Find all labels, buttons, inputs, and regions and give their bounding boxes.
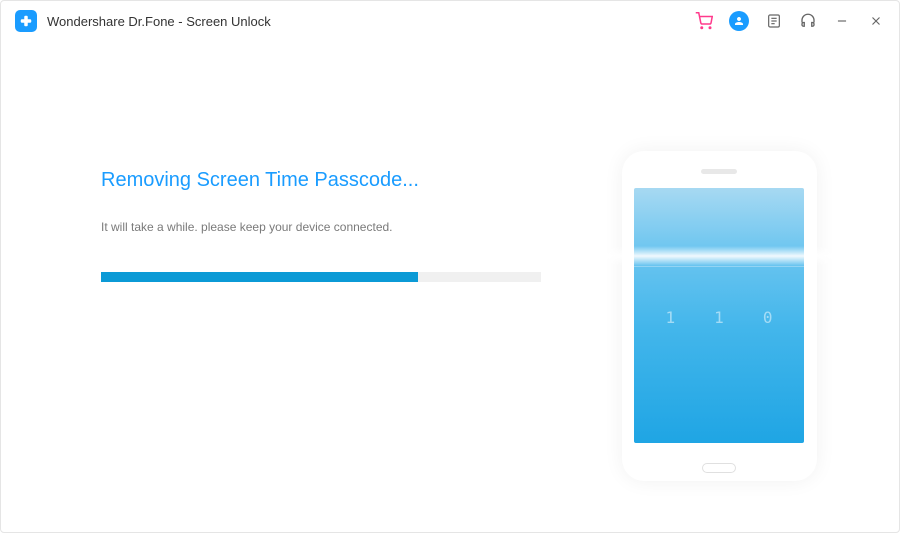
binary-digit: 0	[763, 308, 773, 327]
progress-fill	[101, 272, 418, 282]
support-icon[interactable]	[799, 12, 817, 30]
left-panel: Removing Screen Time Passcode... It will…	[101, 151, 589, 492]
title-bar: Wondershare Dr.Fone - Screen Unlock	[1, 1, 899, 41]
app-title: Wondershare Dr.Fone - Screen Unlock	[47, 14, 271, 29]
title-right-group	[695, 11, 885, 31]
progress-bar	[101, 272, 541, 282]
user-icon[interactable]	[729, 11, 749, 31]
title-left-group: Wondershare Dr.Fone - Screen Unlock	[15, 10, 271, 32]
status-subtext: It will take a while. please keep your d…	[101, 220, 589, 234]
phone-illustration: 1 1 0	[622, 151, 817, 481]
app-logo-icon	[15, 10, 37, 32]
binary-digit: 1	[714, 308, 724, 327]
minimize-button[interactable]	[833, 12, 851, 30]
phone-divider	[634, 266, 804, 267]
content-area: Removing Screen Time Passcode... It will…	[1, 41, 899, 532]
right-panel: 1 1 0	[589, 151, 849, 492]
cart-icon[interactable]	[695, 12, 713, 30]
binary-digit: 1	[666, 308, 676, 327]
phone-speaker	[701, 169, 737, 174]
close-button[interactable]	[867, 12, 885, 30]
status-heading: Removing Screen Time Passcode...	[101, 169, 589, 192]
phone-screen: 1 1 0	[634, 188, 804, 443]
feedback-icon[interactable]	[765, 12, 783, 30]
binary-row: 1 1 0	[634, 308, 804, 327]
phone-home-button	[702, 463, 736, 473]
